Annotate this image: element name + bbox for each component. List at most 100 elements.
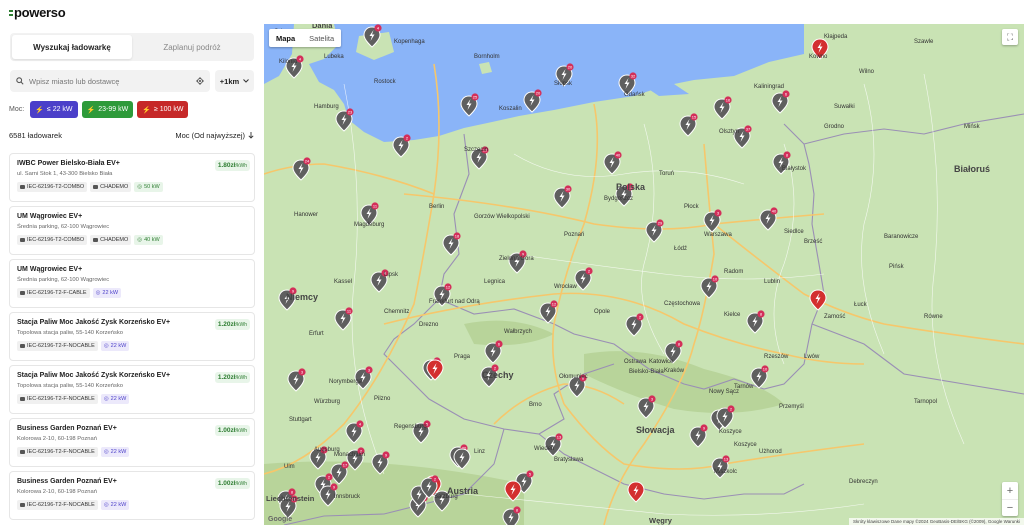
map-label: Linz	[474, 449, 486, 455]
charger-marker[interactable]: 23	[335, 108, 354, 132]
sidebar: powerso Wyszukaj ładowarkę Zaplanuj podr…	[0, 0, 264, 525]
map-label: Regensburg	[394, 424, 427, 430]
map-label: Użhorod	[759, 449, 782, 455]
charger-marker[interactable]: 9	[689, 424, 708, 448]
zoom-out-button[interactable]: −	[1002, 499, 1018, 516]
charger-marker[interactable]: 10	[700, 275, 719, 299]
bolt-icon: ⚡	[142, 106, 151, 114]
charger-card[interactable]: Stacja Paliw Moc Jakość Zysk Korzeńsko E…	[9, 365, 255, 414]
power-chip-hpc[interactable]: ⚡ ≥ 100 kW	[137, 101, 189, 118]
map-label: Lubeka	[324, 54, 344, 60]
plug-icon	[20, 503, 25, 507]
map-label: Tarnów	[734, 384, 754, 390]
power-chip-ac[interactable]: ⚡ ≤ 22 kW	[30, 101, 78, 118]
charger-marker[interactable]: 3	[354, 366, 373, 390]
map-label: Kielce	[724, 312, 741, 318]
marker-count: 15	[692, 115, 697, 120]
map-label: Bornholm	[474, 54, 500, 60]
charger-title: Business Garden Poznań EV+	[17, 478, 117, 485]
marker-count: 13	[724, 457, 729, 462]
map-label: Katowice	[649, 359, 674, 365]
plug-icon	[20, 238, 25, 242]
map-type-satellite-button[interactable]: Satelita	[302, 29, 341, 47]
charger-marker[interactable]: 2	[625, 313, 644, 337]
charger-marker[interactable]: 40	[603, 151, 622, 175]
map-label: Słupsk	[554, 81, 573, 87]
map-attribution[interactable]: Skróty klawiszowe Dane mapy ©2024 GeoBas…	[848, 518, 1024, 525]
charger-card[interactable]: Business Garden Poznań EV+ Kolorowa 2-10,…	[9, 418, 255, 467]
charger-marker-hpc[interactable]	[809, 289, 827, 311]
power-chip-dc[interactable]: ⚡ 23-99 kW	[81, 101, 134, 118]
zoom-in-button[interactable]: +	[1002, 482, 1018, 499]
map-label: Słowacja	[636, 425, 675, 435]
charger-marker[interactable]: 40	[759, 207, 778, 231]
map-label: Stuttgart	[289, 417, 312, 423]
map-label: Koszyce	[734, 442, 757, 448]
map-type-map-button[interactable]: Mapa	[269, 29, 302, 47]
charger-address: Topolowa stacja paliw, 55-140 Korzeńsko	[17, 383, 124, 389]
map-label: Bielsko-Biała	[629, 369, 664, 375]
charger-marker[interactable]: 16	[713, 96, 732, 120]
radius-select[interactable]: +1km	[215, 70, 254, 92]
sort-button[interactable]: Moc (Od najwyższej)	[175, 131, 254, 140]
power-icon: ◎	[95, 290, 101, 296]
marker-count: 40	[616, 153, 621, 158]
charger-title: IWBC Power Bielsko-Biała EV+	[17, 160, 120, 167]
marker-count: 20	[536, 91, 541, 96]
charger-card[interactable]: Business Garden Poznań EV+ Kolorowa 2-10,…	[9, 471, 255, 520]
charger-marker[interactable]: 8	[746, 310, 765, 334]
fullscreen-button[interactable]: ⛶	[1002, 29, 1018, 45]
charger-marker[interactable]: 30	[553, 185, 572, 209]
list-header: 6581 ładowarek Moc (Od najwyższej)	[9, 131, 254, 140]
charger-address: Średnia parking, 62-100 Wągrowiec	[17, 224, 110, 230]
charger-marker[interactable]: 10	[750, 365, 769, 389]
search-row: +1km	[10, 70, 254, 92]
charger-marker[interactable]: 2	[574, 267, 593, 291]
map-label: Czechy	[482, 370, 514, 380]
charger-card[interactable]: UM Wągrowiec EV+ Średnia parking, 62-100 …	[9, 206, 255, 255]
map-label: Opole	[594, 309, 611, 315]
marker-count: 23	[348, 110, 353, 115]
marker-count: 25	[473, 95, 478, 100]
marker-count: 12	[552, 302, 557, 307]
charger-marker[interactable]: 6	[771, 90, 790, 114]
tab-search-charger[interactable]: Wyszukaj ładowarkę	[12, 35, 132, 59]
charger-marker[interactable]: 3	[637, 395, 656, 419]
charger-marker-hpc[interactable]	[627, 481, 645, 503]
charger-title: Stacja Paliw Moc Jakość Zysk Korzeńsko E…	[17, 319, 171, 326]
logo[interactable]: powerso	[9, 5, 66, 20]
charger-marker[interactable]: 11	[334, 307, 353, 331]
charger-title: UM Wągrowiec EV+	[17, 266, 83, 273]
map-label: Mińsk	[964, 124, 980, 130]
charger-marker[interactable]: 13	[544, 433, 563, 457]
charger-card[interactable]: UM Wągrowiec EV+ Średnia parking, 62-100 …	[9, 259, 255, 308]
map-label: Warszawa	[704, 232, 732, 238]
charger-marker[interactable]: 18	[442, 232, 461, 256]
map-label: Drezno	[419, 322, 439, 328]
map-label: Kilonia	[279, 59, 298, 65]
logo-text: powerso	[14, 5, 66, 20]
plug-icon	[20, 185, 25, 189]
charger-marker[interactable]: 15	[679, 113, 698, 137]
map-label: Bratysława	[554, 457, 584, 463]
map-label: Brześć	[804, 239, 823, 245]
map[interactable]: 4 4 20 32 20 25 16 6 15 37 23 2 10 40 24 8 30 13 29 11 3 40 18…	[264, 24, 1024, 525]
plug-icon	[20, 450, 25, 454]
search-input[interactable]	[29, 76, 196, 86]
zoom-controls: + −	[1002, 482, 1018, 516]
charger-marker[interactable]: 3	[287, 368, 306, 392]
map-label: Magdeburg	[354, 222, 385, 228]
map-canvas[interactable]: 44203220251661537232104024830 1329113 4018…	[264, 24, 1024, 525]
google-logo: Google	[268, 516, 293, 523]
locate-me-icon[interactable]	[196, 77, 204, 85]
map-label: Ołomuniec	[559, 374, 588, 380]
search-box	[10, 70, 210, 92]
map-label: Würzburg	[314, 399, 341, 405]
tab-plan-route[interactable]: Zaplanuj podróż	[132, 35, 252, 59]
charger-card[interactable]: IWBC Power Bielsko-Biała EV+ ul. Sarni St…	[9, 153, 255, 202]
charger-card[interactable]: Stacja Paliw Moc Jakość Zysk Korzeńsko E…	[9, 312, 255, 361]
charger-marker[interactable]: 24	[292, 157, 311, 181]
map-label: Szczecin	[464, 147, 489, 153]
charger-marker[interactable]: 29	[645, 219, 664, 243]
charger-marker[interactable]: 4	[345, 420, 364, 444]
